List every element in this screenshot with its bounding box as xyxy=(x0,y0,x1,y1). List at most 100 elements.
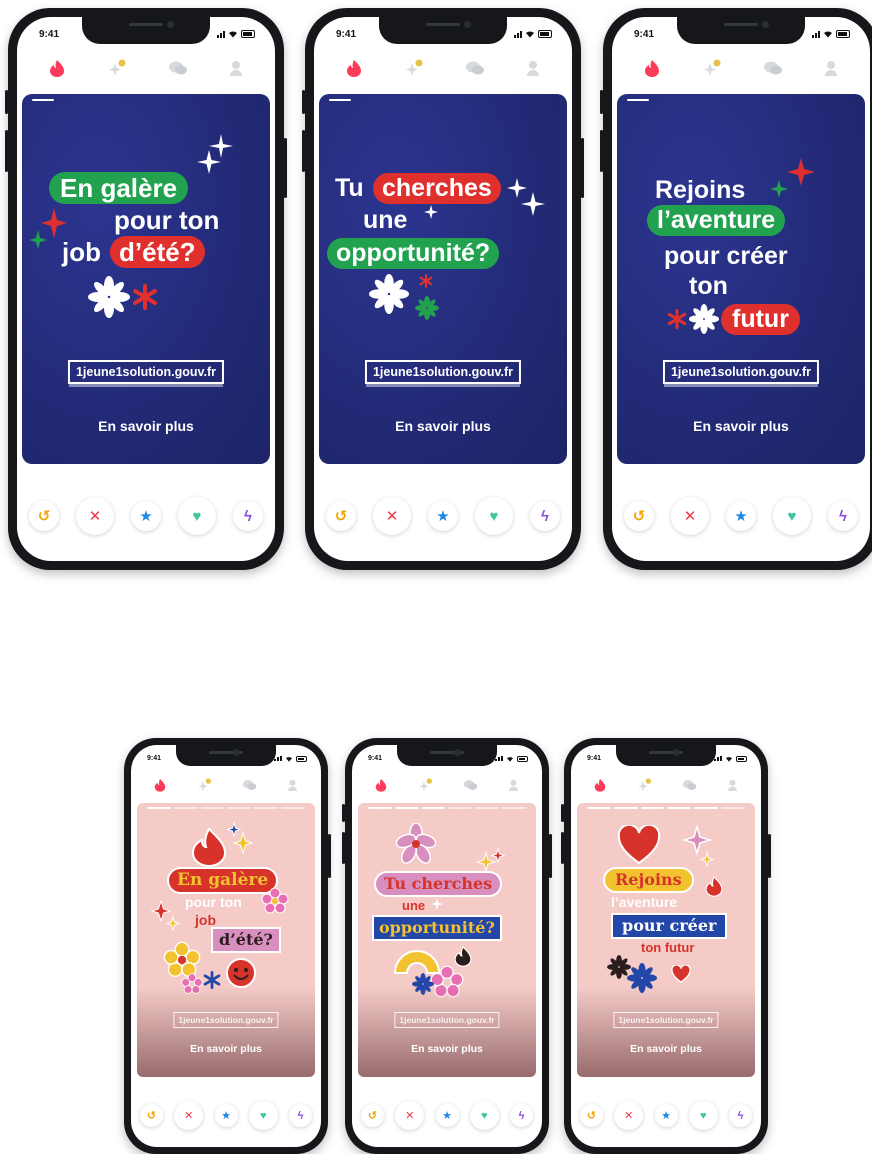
status-time: 9:41 xyxy=(147,755,162,762)
story-card[interactable]: Tu cherches une opportunité? 1jeune1solu… xyxy=(358,803,536,1077)
battery-icon xyxy=(736,755,747,762)
superlike-button[interactable]: ★ xyxy=(131,501,161,531)
wifi-icon xyxy=(824,31,832,38)
learn-more-link[interactable]: En savoir plus xyxy=(358,1043,536,1055)
story-card[interactable]: En galère pour ton job d’été? 1jeune1sol… xyxy=(137,803,315,1077)
like-button[interactable]: ♥ xyxy=(773,497,811,535)
nope-button[interactable]: ✕ xyxy=(373,497,411,535)
rewind-button[interactable]: ↺ xyxy=(580,1104,603,1127)
site-url[interactable]: 1jeune1solution.gouv.fr xyxy=(613,1012,719,1028)
like-icon: ♥ xyxy=(259,1109,267,1122)
like-button[interactable]: ♥ xyxy=(688,1101,718,1130)
learn-more-link[interactable]: En savoir plus xyxy=(137,1043,315,1055)
like-button[interactable]: ♥ xyxy=(469,1101,499,1130)
profile-icon[interactable] xyxy=(526,60,540,76)
site-url[interactable]: 1jeune1solution.gouv.fr xyxy=(662,360,820,384)
boost-button[interactable]: ϟ xyxy=(510,1104,533,1127)
learn-more-link[interactable]: En savoir plus xyxy=(577,1043,755,1055)
sparkle-sticker-icon xyxy=(681,825,715,868)
profile-icon[interactable] xyxy=(229,60,243,76)
flame-icon[interactable] xyxy=(154,778,166,792)
flame-icon[interactable] xyxy=(644,59,660,77)
sparkle-icon[interactable] xyxy=(636,778,653,792)
flame-icon[interactable] xyxy=(594,778,606,792)
superlike-button[interactable]: ★ xyxy=(214,1104,238,1127)
site-url[interactable]: 1jeune1solution.gouv.fr xyxy=(173,1012,279,1028)
boost-button[interactable]: ϟ xyxy=(828,501,858,531)
sparkle-icon xyxy=(197,134,233,174)
learn-more-link[interactable]: En savoir plus xyxy=(617,418,865,434)
superlike-icon: ★ xyxy=(436,508,450,525)
nope-icon: ✕ xyxy=(405,1110,415,1122)
headline-word: Tu xyxy=(335,174,364,202)
profile-icon[interactable] xyxy=(824,60,838,76)
nope-button[interactable]: ✕ xyxy=(395,1101,425,1130)
boost-button[interactable]: ϟ xyxy=(530,501,560,531)
nope-button[interactable]: ✕ xyxy=(671,497,709,535)
sparkle-icon[interactable] xyxy=(701,59,723,77)
flame-icon[interactable] xyxy=(49,59,65,77)
rewind-icon: ↺ xyxy=(632,508,646,525)
asterisk-flower-icon xyxy=(369,274,409,314)
superlike-button[interactable]: ★ xyxy=(435,1104,459,1127)
learn-more-link[interactable]: En savoir plus xyxy=(22,418,270,434)
headline-word: ton xyxy=(689,272,728,300)
like-icon: ♥ xyxy=(787,507,797,525)
like-button[interactable]: ♥ xyxy=(248,1101,278,1130)
chat-icon[interactable] xyxy=(465,60,485,76)
story-card[interactable]: En galère pour ton job d’été? 1jeune1sol… xyxy=(22,94,270,464)
rewind-icon: ↺ xyxy=(586,1110,597,1122)
rewind-button[interactable]: ↺ xyxy=(326,501,356,531)
boost-button[interactable]: ϟ xyxy=(729,1104,752,1127)
chat-icon[interactable] xyxy=(682,779,697,791)
boost-button[interactable]: ϟ xyxy=(289,1104,312,1127)
profile-icon[interactable] xyxy=(287,779,298,791)
sparkle-icon[interactable] xyxy=(403,59,425,77)
chat-icon[interactable] xyxy=(242,779,257,791)
learn-more-link[interactable]: En savoir plus xyxy=(319,418,567,434)
superlike-button[interactable]: ★ xyxy=(654,1104,678,1127)
superlike-button[interactable]: ★ xyxy=(428,501,458,531)
rewind-button[interactable]: ↺ xyxy=(624,501,654,531)
nope-button[interactable]: ✕ xyxy=(174,1101,204,1130)
chat-icon[interactable] xyxy=(763,60,783,76)
asterisk-flower-icon xyxy=(627,963,657,993)
rewind-button[interactable]: ↺ xyxy=(140,1104,163,1127)
rewind-button[interactable]: ↺ xyxy=(29,501,59,531)
nope-icon: ✕ xyxy=(184,1110,194,1122)
profile-icon[interactable] xyxy=(727,779,738,791)
flame-icon[interactable] xyxy=(346,59,362,77)
profile-icon[interactable] xyxy=(508,779,519,791)
phone-side-button xyxy=(5,130,8,172)
flame-icon[interactable] xyxy=(375,778,387,792)
like-button[interactable]: ♥ xyxy=(475,497,513,535)
nope-button[interactable]: ✕ xyxy=(614,1101,644,1130)
story-card[interactable]: Rejoins l’aventure pour créer ton futur … xyxy=(617,94,865,464)
like-icon: ♥ xyxy=(699,1109,707,1122)
nope-button[interactable]: ✕ xyxy=(76,497,114,535)
phone-side-button xyxy=(5,90,8,114)
site-url[interactable]: 1jeune1solution.gouv.fr xyxy=(67,360,225,384)
sparkle-sticker-icon xyxy=(430,897,444,911)
rewind-button[interactable]: ↺ xyxy=(361,1104,384,1127)
sparkle-icon[interactable] xyxy=(417,778,434,792)
superlike-icon: ★ xyxy=(442,1110,452,1122)
site-url[interactable]: 1jeune1solution.gouv.fr xyxy=(394,1012,500,1028)
sparkle-icon[interactable] xyxy=(106,59,128,77)
sparkle-icon[interactable] xyxy=(196,778,213,792)
smiley-sticker-icon xyxy=(226,958,256,988)
chat-icon[interactable] xyxy=(168,60,188,76)
superlike-button[interactable]: ★ xyxy=(726,501,756,531)
boost-button[interactable]: ϟ xyxy=(233,501,263,531)
headline-word: pour ton xyxy=(114,205,220,235)
boost-icon: ϟ xyxy=(518,1109,525,1122)
phone-screen: 9:41 Rejoins l’aventure pour créer ton f… xyxy=(612,17,870,561)
chat-icon[interactable] xyxy=(463,779,478,791)
flame-sticker-icon xyxy=(454,946,472,967)
phone-screen: 9:41 Rejoins l’aventure pour créer ton f… xyxy=(571,745,761,1147)
like-button[interactable]: ♥ xyxy=(178,497,216,535)
story-card[interactable]: Tu cherches une opportunité? 1jeune1solu… xyxy=(319,94,567,464)
headline-word: pour créer xyxy=(611,913,728,939)
story-card[interactable]: Rejoins l’aventure pour créer ton futur … xyxy=(577,803,755,1077)
site-url[interactable]: 1jeune1solution.gouv.fr xyxy=(364,360,522,384)
